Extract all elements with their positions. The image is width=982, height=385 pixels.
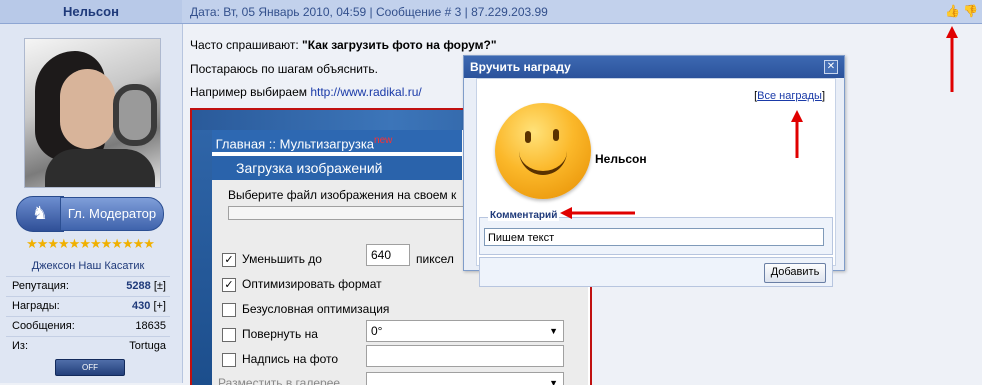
annotation-arrows bbox=[560, 26, 958, 219]
